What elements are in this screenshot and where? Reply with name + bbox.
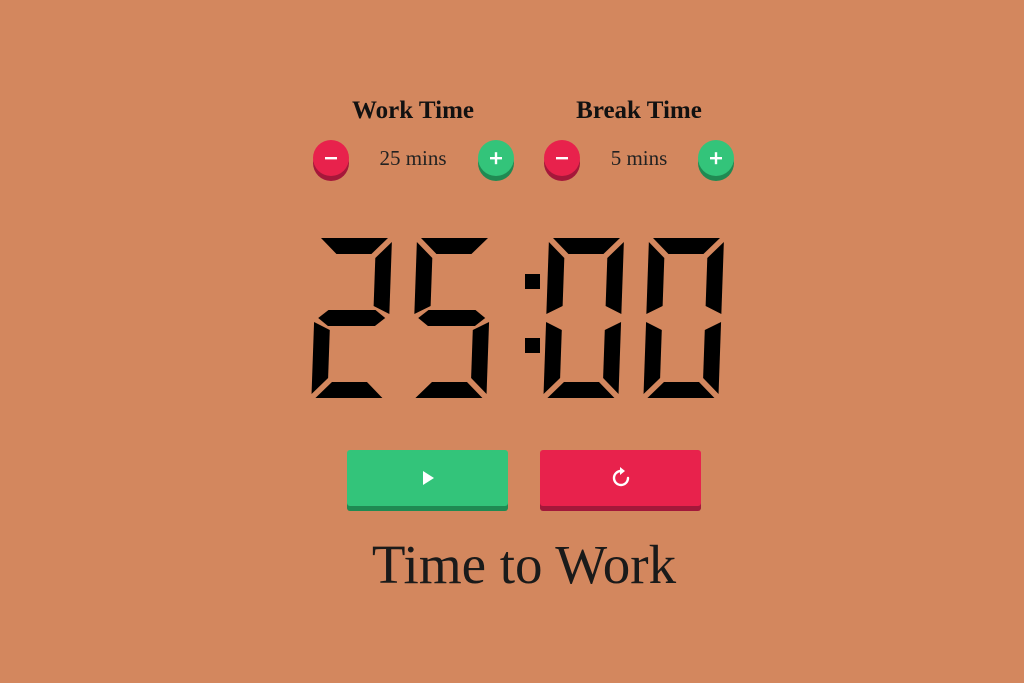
reset-button[interactable]: [540, 450, 701, 506]
work-time-value: 25 mins: [379, 146, 447, 170]
work-time-title: Work Time: [351, 97, 474, 124]
timer-display: [311, 238, 733, 400]
timer-segment: [553, 238, 620, 254]
timer-segment: [321, 238, 388, 254]
timer-segment: [471, 322, 490, 394]
timer-colon: [525, 274, 540, 353]
work-time-controls: 25 mins: [293, 140, 533, 188]
timer-digit: [414, 238, 490, 398]
work-time-decrease-button[interactable]: [313, 140, 349, 176]
plus-icon: [710, 152, 722, 165]
timer-segment: [603, 322, 622, 394]
plus-icon: [490, 152, 502, 165]
timer-segment: [647, 382, 715, 398]
timer-digit: [643, 238, 724, 398]
timer-segment: [418, 310, 486, 326]
timer-segment: [318, 310, 386, 326]
minus-icon: [556, 157, 568, 160]
timer-segment: [311, 322, 330, 394]
break-time-setting: Break Time 5 mins: [519, 94, 759, 188]
timer-segment: [705, 242, 724, 314]
timer-segment: [415, 382, 483, 398]
timer-segment: [546, 242, 565, 314]
timer-segment: [653, 238, 720, 254]
timer-segment: [703, 322, 722, 394]
timer-segment: [547, 382, 615, 398]
timer-segment: [646, 242, 665, 314]
timer-digit: [543, 238, 624, 398]
minus-icon: [325, 157, 337, 160]
reset-icon: [612, 467, 629, 487]
timer-segment: [421, 238, 488, 254]
timer-segment: [373, 242, 392, 314]
status-text: Time to Work: [371, 534, 677, 595]
timer-segment: [605, 242, 624, 314]
work-time-increase-button[interactable]: [478, 140, 514, 176]
break-time-title: Break Time: [576, 97, 702, 124]
play-icon: [422, 471, 434, 485]
timer-digits: [311, 238, 724, 398]
break-time-increase-button[interactable]: [698, 140, 734, 176]
start-button[interactable]: [347, 450, 508, 506]
timer-segment: [643, 322, 662, 394]
timer-segment: [315, 382, 383, 398]
timer-digit: [311, 238, 392, 398]
break-time-controls: 5 mins: [519, 140, 759, 188]
work-time-setting: Work Time 25 mins: [293, 94, 533, 188]
timer-colon-dot: [525, 338, 540, 353]
break-time-value: 5 mins: [610, 146, 668, 170]
break-time-decrease-button[interactable]: [544, 140, 580, 176]
timer-segment: [543, 322, 562, 394]
timer-colon-dot: [525, 274, 540, 289]
timer-segment: [414, 242, 433, 314]
